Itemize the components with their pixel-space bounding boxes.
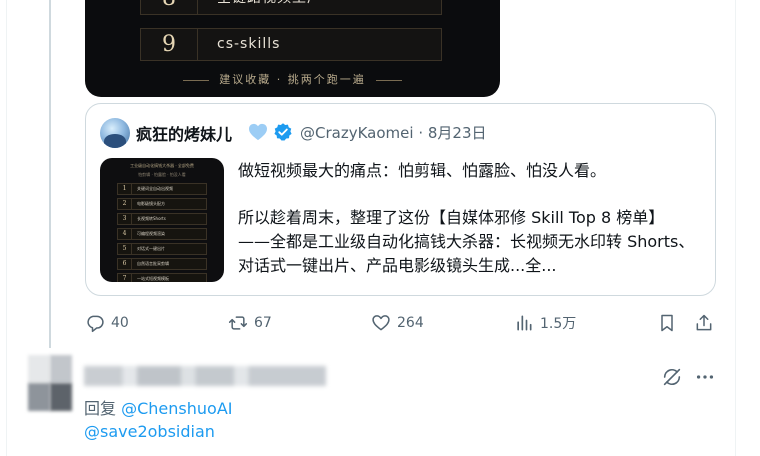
timeline-border-left — [6, 0, 7, 456]
retweet-icon — [228, 316, 248, 330]
more-icon[interactable] — [694, 366, 716, 388]
quoted-date[interactable]: 8月23日 — [428, 124, 487, 142]
thumbnail-row-number: 4 — [118, 229, 132, 239]
blue-heart-icon — [249, 123, 267, 141]
like-count: 264 — [397, 315, 424, 331]
not-interested-icon[interactable] — [661, 366, 683, 388]
reply-count: 40 — [111, 315, 129, 331]
thumbnail-row-number: 7 — [118, 274, 132, 282]
retweet-count: 67 — [254, 315, 272, 331]
thumbnail-row-text: 可编程视频渲染 — [137, 231, 165, 236]
thumbnail-row-text: 电影级镜头配方 — [137, 201, 165, 206]
thumbnail-row-number: 6 — [118, 259, 132, 269]
media-row-number: 9 — [141, 29, 198, 60]
media-row-text: cs-skills — [217, 36, 281, 52]
thumbnail-row: 7 一站式短视频模板 — [117, 273, 207, 282]
thumbnail-header: 工业级自动化搞钱大杀器 · 全部免费 — [130, 163, 194, 168]
decorative-line — [183, 79, 210, 81]
media-footer: 建议收藏 · 挑两个跑一遍 — [85, 71, 500, 87]
views-count: 1.5万 — [540, 316, 577, 332]
media-list-row: 8 全链路视频生产 — [140, 0, 442, 15]
tweet-action-bar: 40 67 264 1.5万 — [0, 308, 760, 338]
verified-icon[interactable] — [273, 122, 293, 142]
meta-separator: · — [418, 124, 424, 142]
media-row-number: 8 — [141, 0, 198, 14]
tweet-media-image[interactable]: 8 全链路视频生产 9 cs-skills 建议收藏 · 挑两个跑一遍 — [85, 0, 500, 97]
thumbnail-row-number: 3 — [118, 214, 132, 224]
share-button[interactable] — [694, 311, 714, 335]
quoted-author-name[interactable]: 疯狂的烤妹儿 — [136, 121, 232, 145]
media-footer-text: 建议收藏 · 挑两个跑一遍 — [219, 73, 366, 86]
decorative-line — [375, 79, 402, 81]
quoted-thumbnail[interactable]: 工业级自动化搞钱大杀器 · 全部免费 怕剪辑 · 怕露脸 · 怕没人看 1 关键词… — [100, 158, 224, 282]
like-button[interactable]: 264 — [371, 311, 424, 335]
media-list-row: 9 cs-skills — [140, 28, 442, 61]
thumbnail-row: 5 对话式一键出片 — [117, 243, 207, 255]
thumbnail-row-number: 2 — [118, 199, 132, 209]
heart-icon — [372, 315, 390, 331]
thumbnail-subheader: 怕剪辑 · 怕露脸 · 怕没人看 — [138, 172, 186, 177]
views-button[interactable]: 1.5万 — [514, 311, 576, 335]
thumbnail-row-text: 自然语言批采剪辑 — [137, 261, 169, 266]
share-icon — [696, 314, 712, 331]
quoted-paragraph: 所以趁着周末，整理了这份【自媒体邪修 Skill Top 8 榜单】 ——全都是… — [238, 208, 695, 275]
thumbnail-row: 2 电影级镜头配方 — [117, 198, 207, 210]
reply-icon — [87, 315, 104, 333]
mention-link[interactable]: @ChenshuoAI — [121, 399, 232, 418]
reply-prefix: 回复 — [84, 399, 117, 418]
thumbnail-row-text: 对话式一键出片 — [137, 246, 165, 251]
reply-context: 回复 @ChenshuoAI — [84, 395, 232, 419]
quoted-author-avatar[interactable] — [100, 118, 130, 148]
thumbnail-row-text: 长视频转Shorts — [137, 216, 166, 221]
views-icon — [517, 315, 532, 331]
thumbnail-row-number: 5 — [118, 244, 132, 254]
reply-author-name-blurred[interactable] — [84, 366, 326, 386]
bookmark-button[interactable] — [657, 311, 677, 335]
reply-author-avatar[interactable] — [28, 355, 72, 411]
mention-link[interactable]: @save2obsidian — [84, 422, 215, 441]
thumbnail-row: 3 长视频转Shorts — [117, 213, 207, 225]
media-row-text: 全链路视频生产 — [217, 0, 322, 14]
thumbnail-row: 6 自然语言批采剪辑 — [117, 258, 207, 270]
thread-connector-line — [49, 0, 51, 348]
quoted-tweet-text[interactable]: 做短视频最大的痛点：怕剪辑、怕露脸、怕没人看。 所以趁着周末，整理了这份【自媒体… — [238, 159, 698, 301]
retweet-button[interactable]: 67 — [228, 311, 272, 335]
thumbnail-row: 4 可编程视频渲染 — [117, 228, 207, 240]
quoted-paragraph: 做短视频最大的痛点：怕剪辑、怕露脸、怕没人看。 — [238, 161, 607, 180]
thumbnail-row-number: 1 — [118, 184, 132, 194]
bookmark-icon — [661, 314, 673, 332]
thumbnail-row-text: 关键词全自动出视频 — [137, 186, 173, 191]
quoted-author-handle[interactable]: @CrazyKaomei — [300, 124, 414, 142]
reply-button[interactable]: 40 — [85, 311, 129, 335]
quoted-tweet-card[interactable]: 疯狂的烤妹儿 @CrazyKaomei · 8月23日 工业级自动化搞钱大杀器 … — [85, 103, 716, 296]
quoted-meta: @CrazyKaomei · 8月23日 — [300, 122, 487, 143]
timeline-border-right — [735, 0, 736, 456]
thumbnail-row: 1 关键词全自动出视频 — [117, 183, 207, 195]
thumbnail-row-text: 一站式短视频模板 — [137, 276, 169, 281]
